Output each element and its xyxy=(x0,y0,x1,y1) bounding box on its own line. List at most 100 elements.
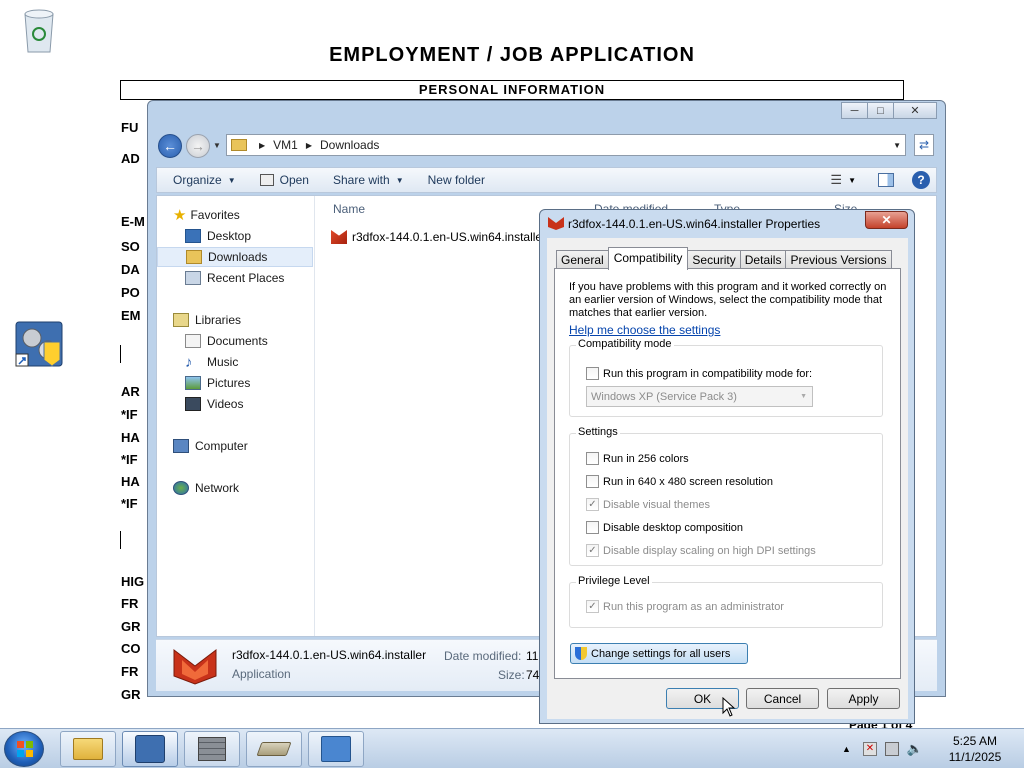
checkbox-label: Run in 640 x 480 screen resolution xyxy=(603,475,773,488)
refresh-button[interactable]: ⇄ xyxy=(914,134,934,156)
command-bar: Organize ▼ Open Share with ▼ New folder … xyxy=(156,167,937,193)
forward-button[interactable]: → xyxy=(186,134,210,158)
dialog-close-button[interactable]: ✕ xyxy=(865,211,908,229)
recycle-bin-icon[interactable] xyxy=(20,6,58,57)
new-folder-label: New folder xyxy=(427,173,485,187)
document-fragment: *IF xyxy=(121,452,138,467)
document-rule xyxy=(120,345,148,363)
maximize-icon: □ xyxy=(877,104,884,117)
settings-label: Settings xyxy=(576,426,620,438)
document-fragment: HIG xyxy=(121,574,145,589)
taskbar-explorer-button[interactable] xyxy=(60,731,116,767)
document-fragment: GR xyxy=(121,687,141,702)
help-choose-settings-link[interactable]: Help me choose the settings xyxy=(569,323,720,337)
taskbar-system-button[interactable] xyxy=(308,731,364,767)
checkbox-unchecked-icon xyxy=(586,521,599,534)
minimize-button[interactable]: ─ xyxy=(841,102,868,119)
tab-security[interactable]: Security xyxy=(687,250,741,269)
maximize-button[interactable]: □ xyxy=(867,102,894,119)
close-button[interactable]: ✕ xyxy=(893,102,937,119)
nav-network[interactable]: Network xyxy=(173,478,329,498)
run-640x480-checkbox[interactable]: Run in 640 x 480 screen resolution xyxy=(586,474,773,489)
r3dfox-large-icon xyxy=(172,646,218,689)
document-rule xyxy=(120,531,148,549)
tab-general[interactable]: General xyxy=(556,250,609,269)
tab-compatibility[interactable]: Compatibility xyxy=(607,247,689,270)
navigation-pane: ★ Favorites Desktop Downloads Recent Pla… xyxy=(157,196,315,636)
new-folder-button[interactable]: New folder xyxy=(420,173,493,187)
compatibility-panel: If you have problems with this program a… xyxy=(554,268,901,679)
chevron-down-icon[interactable]: ▼ xyxy=(893,141,901,150)
tab-details[interactable]: Details xyxy=(739,250,787,269)
system-clock[interactable]: 5:25 AM 11/1/2025 xyxy=(944,733,1006,765)
column-header-name[interactable]: Name xyxy=(333,202,365,216)
breadcrumb-vm1[interactable]: VM1 xyxy=(273,138,298,152)
document-fragment: HA xyxy=(121,474,140,489)
disable-desktop-composition-checkbox[interactable]: Disable desktop composition xyxy=(586,520,743,535)
document-fragment: CO xyxy=(121,641,141,656)
chevron-right-icon: ▶ xyxy=(305,140,312,150)
cancel-button[interactable]: Cancel xyxy=(746,688,819,709)
document-fragment: E-M xyxy=(121,214,145,229)
drive-icon xyxy=(256,742,292,756)
nav-downloads[interactable]: Downloads xyxy=(157,247,313,267)
nav-label: Downloads xyxy=(208,250,268,264)
checkbox-unchecked-icon xyxy=(586,452,599,465)
apply-button[interactable]: Apply xyxy=(827,688,900,709)
taskbar-firewall-button[interactable] xyxy=(184,731,240,767)
tab-previous-versions[interactable]: Previous Versions xyxy=(785,250,892,269)
r3dfox-title-icon xyxy=(548,216,564,233)
chevron-down-icon[interactable]: ▼ xyxy=(848,176,856,185)
share-with-label: Share with xyxy=(332,173,390,187)
nav-favorites[interactable]: ★ Favorites xyxy=(173,205,329,225)
taskbar-control-panel-button[interactable] xyxy=(122,731,178,767)
folder-icon xyxy=(73,738,103,760)
open-button[interactable]: Open xyxy=(252,173,317,187)
share-with-button[interactable]: Share with ▼ xyxy=(325,173,412,187)
nav-libraries[interactable]: Libraries xyxy=(173,310,329,330)
view-options-icon[interactable]: ☰ xyxy=(830,172,842,188)
action-center-flag-icon[interactable]: ✕ xyxy=(862,742,877,756)
preview-pane-icon[interactable] xyxy=(878,173,894,187)
clock-date: 11/1/2025 xyxy=(948,750,1002,764)
help-icon[interactable]: ? xyxy=(912,171,930,189)
run-256-colors-checkbox[interactable]: Run in 256 colors xyxy=(586,451,689,466)
privilege-level-group: Privilege Level ✓ Run this program as an… xyxy=(569,575,883,628)
open-label: Open xyxy=(279,173,309,187)
compat-os-select[interactable]: Windows XP (Service Pack 3) ▼ xyxy=(586,386,813,407)
arrow-right-icon: → xyxy=(191,138,205,154)
windows-logo-icon xyxy=(17,741,33,757)
network-icon xyxy=(173,481,189,495)
details-date-label: Date modified: xyxy=(444,649,522,663)
mouse-cursor-icon xyxy=(722,696,736,720)
checkbox-label: Run in 256 colors xyxy=(603,452,689,465)
nav-label: Favorites xyxy=(190,208,240,222)
recent-pages-dropdown[interactable]: ▼ xyxy=(213,141,221,150)
organize-button[interactable]: Organize ▼ xyxy=(165,173,244,187)
disable-dpi-scaling-checkbox: ✓ Disable display scaling on high DPI se… xyxy=(586,543,816,558)
file-row[interactable]: r3dfox-144.0.1.en-US.win64.installer xyxy=(331,226,546,248)
back-button[interactable]: ← xyxy=(158,134,182,158)
breadcrumb-downloads[interactable]: Downloads xyxy=(320,138,379,152)
show-hidden-icons-icon[interactable]: ▲ xyxy=(842,744,851,754)
checkbox-unchecked-icon xyxy=(586,367,599,380)
compat-mode-checkbox[interactable]: Run this program in compatibility mode f… xyxy=(586,366,812,381)
system-settings-icon xyxy=(321,736,351,762)
nav-computer[interactable]: Computer xyxy=(173,436,329,456)
properties-dialog[interactable]: r3dfox-144.0.1.en-US.win64.installer Pro… xyxy=(539,209,915,724)
file-name: r3dfox-144.0.1.en-US.win64.installer xyxy=(352,230,547,244)
document-fragment: FR xyxy=(121,596,139,611)
network-status-icon[interactable] xyxy=(884,742,899,756)
start-button[interactable] xyxy=(4,731,44,767)
change-settings-all-users-button[interactable]: Change settings for all users xyxy=(570,643,748,664)
volume-muted-icon[interactable]: 🔈 xyxy=(907,741,923,757)
disable-visual-themes-checkbox: ✓ Disable visual themes xyxy=(586,497,710,512)
refresh-icon: ⇄ xyxy=(918,138,930,152)
taskbar-drive-button[interactable] xyxy=(246,731,302,767)
control-panel-shortcut-icon[interactable] xyxy=(14,320,64,371)
document-title: EMPLOYMENT / JOB APPLICATION xyxy=(329,44,695,66)
address-bar[interactable]: ▶ VM1 ▶ Downloads ▼ xyxy=(226,134,906,156)
document-fragment: *IF xyxy=(121,496,138,511)
chevron-down-icon: ▼ xyxy=(227,175,236,185)
close-icon: ✕ xyxy=(910,105,920,117)
